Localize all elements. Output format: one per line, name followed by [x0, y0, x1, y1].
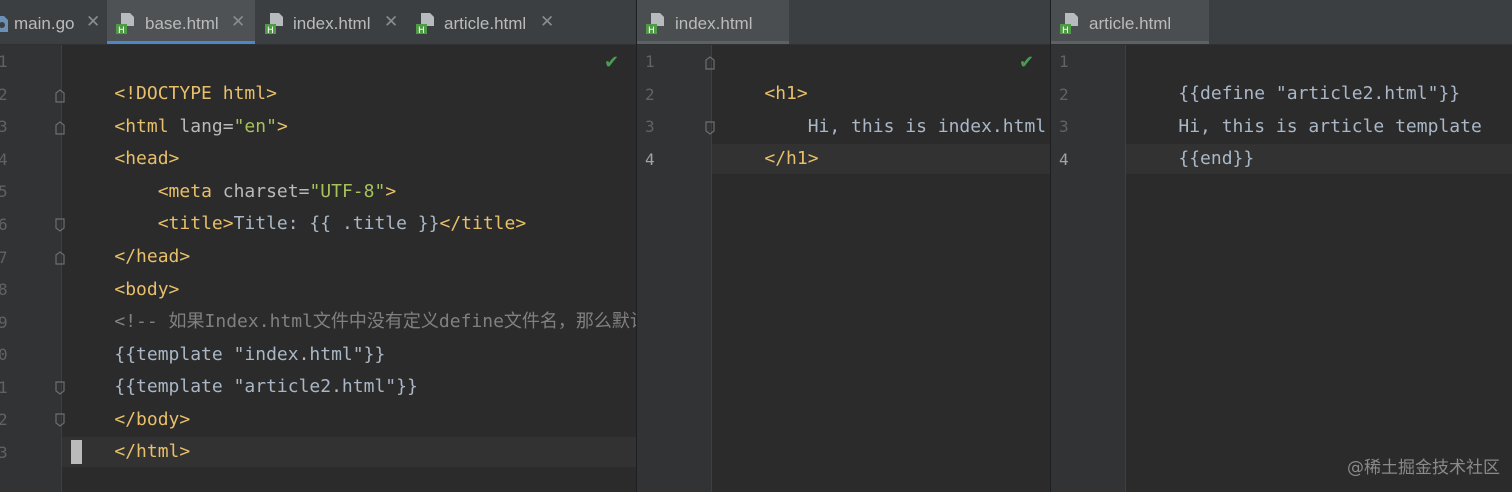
line-number: 2	[1059, 85, 1069, 104]
tab-bar: H article.html	[1051, 0, 1512, 45]
fold-icon[interactable]	[55, 381, 65, 395]
tab-bar: H index.html	[637, 0, 1050, 45]
code-line[interactable]: {{template "index.html"}}	[71, 307, 385, 365]
code-line[interactable]: <!DOCTYPE html>	[71, 46, 277, 104]
code-line[interactable]: </head>	[71, 209, 190, 267]
fold-icon[interactable]	[55, 251, 65, 265]
code-line[interactable]: <!-- 如果Index.html文件中没有定义define文件名，那么默认	[71, 274, 636, 332]
code-line[interactable]: </h1>	[721, 111, 818, 169]
code-line[interactable]: {{end}}	[1135, 111, 1254, 169]
html-file-icon: H	[416, 13, 434, 34]
code-line[interactable]: <body>	[71, 242, 179, 300]
tab-main-go[interactable]: main.go ✕	[0, 0, 106, 44]
tab-label: index.html	[293, 14, 371, 33]
line-number: 8	[0, 280, 8, 299]
fold-icon[interactable]	[55, 121, 65, 135]
line-number: 4	[0, 150, 8, 169]
line-number: 7	[0, 248, 8, 267]
svg-text:H: H	[418, 26, 425, 34]
code-line[interactable]: Hi, this is article template	[1135, 79, 1481, 137]
svg-text:H: H	[648, 26, 655, 34]
code-line[interactable]: </body>	[71, 372, 190, 430]
close-icon[interactable]: ✕	[86, 12, 100, 32]
close-icon[interactable]: ✕	[540, 12, 554, 32]
editor-pane-index: H index.html 1 2 3 4 <h1> Hi, this is in…	[637, 0, 1050, 492]
code-line[interactable]: </html>	[71, 404, 190, 462]
code-line[interactable]: <meta charset="UTF-8">	[71, 144, 396, 202]
line-number: 9	[0, 313, 8, 332]
code-line[interactable]: {{template "article2.html"}}	[71, 339, 417, 397]
tab-bar: main.go ✕ H base.html ✕ H index.html ✕ H…	[0, 0, 636, 45]
code-line[interactable]: <head>	[71, 111, 179, 169]
fold-icon[interactable]	[55, 413, 65, 427]
line-number: 1	[0, 52, 8, 71]
html-file-icon: H	[116, 13, 134, 34]
line-number: 6	[0, 215, 8, 234]
fold-icon[interactable]	[55, 89, 65, 103]
editor-pane-article: H article.html 1 2 3 4 {{define "article…	[1051, 0, 1512, 492]
inspection-ok-icon[interactable]: ✔	[604, 52, 619, 73]
gutter-divider	[711, 45, 712, 492]
line-number: 3	[0, 117, 8, 136]
fold-icon[interactable]	[705, 121, 715, 135]
code-line[interactable]: <h1>	[721, 46, 807, 104]
tab-label: article.html	[1089, 14, 1172, 33]
html-file-icon: H	[646, 13, 664, 34]
go-file-icon	[0, 16, 8, 32]
tab-index-html[interactable]: H index.html	[637, 0, 789, 44]
tab-article-html[interactable]: H article.html ✕	[407, 0, 567, 44]
line-number: 4	[645, 150, 655, 169]
close-icon[interactable]: ✕	[384, 12, 398, 32]
html-file-icon: H	[1060, 13, 1078, 34]
code-line[interactable]: <html lang="en">	[71, 79, 287, 137]
watermark: @稀土掘金技术社区	[1347, 458, 1500, 478]
svg-text:H: H	[1062, 26, 1069, 34]
line-number: 4	[1059, 150, 1069, 169]
code-line[interactable]: {{define "article2.html"}}	[1135, 46, 1460, 104]
line-number: 2	[0, 85, 8, 104]
line-number: 1	[0, 378, 8, 397]
line-number: 2	[0, 410, 8, 429]
fold-icon[interactable]	[55, 218, 65, 232]
code-line[interactable]: <title>Title: {{ .title }}</title>	[71, 176, 526, 234]
fold-icon[interactable]	[705, 56, 715, 70]
line-number: 0	[0, 345, 8, 364]
close-icon[interactable]: ✕	[231, 12, 245, 32]
inspection-ok-icon[interactable]: ✔	[1019, 52, 1034, 73]
code-line[interactable]: Hi, this is index.html	[721, 79, 1046, 137]
tab-article-html[interactable]: H article.html	[1051, 0, 1209, 44]
html-file-icon: H	[265, 13, 283, 34]
svg-text:H: H	[118, 26, 125, 34]
svg-text:H: H	[267, 26, 274, 34]
tab-label: index.html	[675, 14, 753, 33]
line-number: 3	[1059, 117, 1069, 136]
text-caret	[71, 440, 82, 464]
line-number: 5	[0, 182, 8, 201]
tab-label: main.go	[14, 14, 75, 33]
tab-label: article.html	[444, 14, 527, 33]
tab-base-html[interactable]: H base.html ✕	[107, 0, 255, 44]
tab-label: base.html	[145, 14, 219, 33]
line-number: 1	[1059, 52, 1069, 71]
editor-pane-base: main.go ✕ H base.html ✕ H index.html ✕ H…	[0, 0, 636, 492]
tab-index-html[interactable]: H index.html ✕	[256, 0, 406, 44]
line-number: 2	[645, 85, 655, 104]
line-number-gutter	[0, 45, 61, 492]
line-number: 1	[645, 52, 655, 71]
line-number: 3	[0, 443, 8, 462]
line-number: 3	[645, 117, 655, 136]
gutter-divider	[1125, 45, 1126, 492]
